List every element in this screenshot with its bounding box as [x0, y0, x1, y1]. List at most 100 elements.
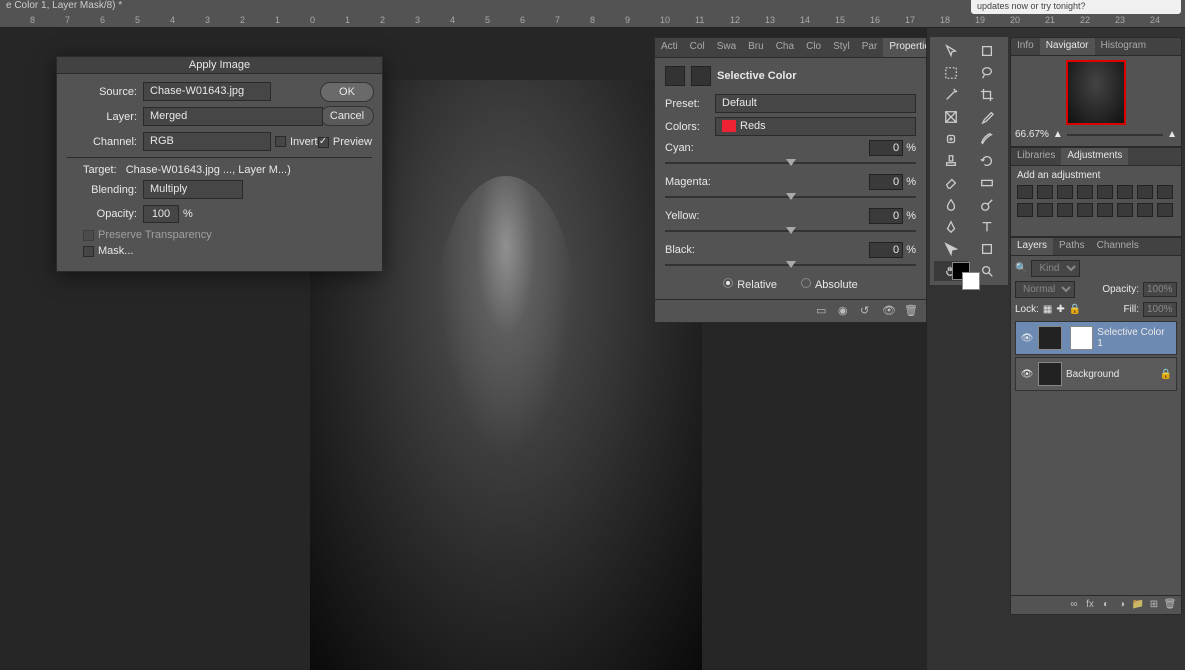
selectivecolor-icon[interactable]: [1157, 203, 1173, 217]
gradient-tool[interactable]: [970, 173, 1004, 193]
kind-select[interactable]: Kind: [1031, 260, 1080, 277]
healing-tool[interactable]: [934, 129, 968, 149]
relative-radio[interactable]: Relative: [723, 278, 777, 291]
group-icon[interactable]: 📁: [1131, 599, 1145, 611]
opacity-input[interactable]: [143, 205, 179, 223]
hue-icon[interactable]: [1117, 185, 1133, 199]
pen-tool[interactable]: [934, 217, 968, 237]
curves-icon[interactable]: [1057, 185, 1073, 199]
layer-selective-color[interactable]: 👁 Selective Color 1: [1015, 321, 1177, 355]
channel-select[interactable]: RGB: [143, 132, 271, 151]
vibrance-icon[interactable]: [1097, 185, 1113, 199]
marquee-tool[interactable]: [934, 63, 968, 83]
ok-button[interactable]: OK: [320, 82, 374, 102]
tab-histogram[interactable]: Histogram: [1095, 38, 1153, 55]
blend-select[interactable]: Normal: [1015, 281, 1075, 298]
tab-properties[interactable]: Properties: [883, 38, 926, 57]
channelmixer-icon[interactable]: [1037, 203, 1053, 217]
tab-layers[interactable]: Layers: [1011, 238, 1053, 255]
crop-tool[interactable]: [970, 85, 1004, 105]
cancel-button[interactable]: Cancel: [320, 106, 374, 126]
tab-swatches[interactable]: Swa: [711, 38, 742, 57]
eyedropper-tool[interactable]: [970, 107, 1004, 127]
new-layer-icon[interactable]: ⊞: [1147, 599, 1161, 611]
slider-thumb-icon[interactable]: [786, 227, 796, 234]
tab-adjustments[interactable]: Adjustments: [1061, 148, 1128, 165]
blending-select[interactable]: Multiply: [143, 180, 243, 199]
wand-tool[interactable]: [934, 85, 968, 105]
lock-position-icon[interactable]: ✚: [1056, 304, 1064, 315]
mask-icon[interactable]: ◐: [1099, 599, 1113, 611]
cyan-input[interactable]: [869, 140, 903, 156]
colorlookup-icon[interactable]: [1057, 203, 1073, 217]
tab-character[interactable]: Cha: [770, 38, 800, 57]
link-icon[interactable]: ∞: [1067, 599, 1081, 611]
tab-color[interactable]: Col: [684, 38, 711, 57]
brightness-icon[interactable]: [1017, 185, 1033, 199]
tab-paths[interactable]: Paths: [1053, 238, 1091, 255]
visibility-icon[interactable]: 👁: [1020, 333, 1034, 344]
black-input[interactable]: [869, 242, 903, 258]
tab-paragraph[interactable]: Par: [856, 38, 884, 57]
adjustment-icon[interactable]: ◑: [1115, 599, 1129, 611]
tab-navigator[interactable]: Navigator: [1040, 38, 1095, 55]
layer-select[interactable]: Merged: [143, 107, 323, 126]
tab-styles[interactable]: Styl: [827, 38, 856, 57]
zoom-slider[interactable]: [1067, 134, 1163, 136]
colorbalance-icon[interactable]: [1137, 185, 1153, 199]
brush-tool[interactable]: [970, 129, 1004, 149]
gradientmap-icon[interactable]: [1137, 203, 1153, 217]
trash-icon[interactable]: 🗑: [1163, 599, 1177, 611]
background-color[interactable]: [962, 272, 980, 290]
fill-input[interactable]: [1143, 302, 1177, 317]
preview-checkbox[interactable]: Preview: [318, 136, 372, 148]
eraser-tool[interactable]: [934, 173, 968, 193]
visibility-icon[interactable]: 👁: [1020, 369, 1034, 380]
slider-thumb-icon[interactable]: [786, 261, 796, 268]
visibility-icon[interactable]: 👁: [882, 304, 898, 318]
magenta-slider[interactable]: Magenta: %: [665, 174, 916, 198]
levels-icon[interactable]: [1037, 185, 1053, 199]
layer-background[interactable]: 👁 Background 🔒: [1015, 357, 1177, 391]
reset-icon[interactable]: ↺: [860, 304, 876, 318]
stamp-tool[interactable]: [934, 151, 968, 171]
type-tool[interactable]: [970, 217, 1004, 237]
zoom-out-icon[interactable]: ▲: [1053, 129, 1063, 140]
blur-tool[interactable]: [934, 195, 968, 215]
artboard-tool[interactable]: [970, 41, 1004, 61]
zoom-in-icon[interactable]: ▲: [1167, 129, 1177, 140]
source-select[interactable]: Chase-W01643.jpg: [143, 82, 271, 101]
lock-all-icon[interactable]: 🔒: [1069, 304, 1081, 315]
absolute-radio[interactable]: Absolute: [801, 278, 858, 291]
black-slider[interactable]: Black: %: [665, 242, 916, 266]
tab-info[interactable]: Info: [1011, 38, 1040, 55]
frame-tool[interactable]: [934, 107, 968, 127]
invert-icon[interactable]: [1077, 203, 1093, 217]
invert-checkbox[interactable]: Invert: [275, 136, 318, 148]
colors-select[interactable]: Reds: [715, 117, 916, 136]
tab-actions[interactable]: Acti: [655, 38, 684, 57]
layer-opacity-input[interactable]: [1143, 282, 1177, 297]
cyan-slider[interactable]: Cyan: %: [665, 140, 916, 164]
search-icon[interactable]: 🔍: [1015, 263, 1027, 274]
path-tool[interactable]: [934, 239, 968, 259]
tab-libraries[interactable]: Libraries: [1011, 148, 1061, 165]
move-tool[interactable]: [934, 41, 968, 61]
dodge-tool[interactable]: [970, 195, 1004, 215]
notification-popup[interactable]: updates now or try tonight?: [971, 0, 1181, 14]
slider-thumb-icon[interactable]: [786, 159, 796, 166]
trash-icon[interactable]: 🗑: [904, 304, 920, 318]
magenta-input[interactable]: [869, 174, 903, 190]
history-brush-tool[interactable]: [970, 151, 1004, 171]
mask-checkbox[interactable]: Mask...: [83, 245, 372, 257]
fx-icon[interactable]: fx: [1083, 599, 1097, 611]
bw-icon[interactable]: [1157, 185, 1173, 199]
slider-thumb-icon[interactable]: [786, 193, 796, 200]
exposure-icon[interactable]: [1077, 185, 1093, 199]
preset-select[interactable]: Default: [715, 94, 916, 113]
nav-thumbnail[interactable]: [1066, 60, 1126, 125]
lasso-tool[interactable]: [970, 63, 1004, 83]
yellow-input[interactable]: [869, 208, 903, 224]
clip-icon[interactable]: ▭: [816, 304, 832, 318]
threshold-icon[interactable]: [1117, 203, 1133, 217]
